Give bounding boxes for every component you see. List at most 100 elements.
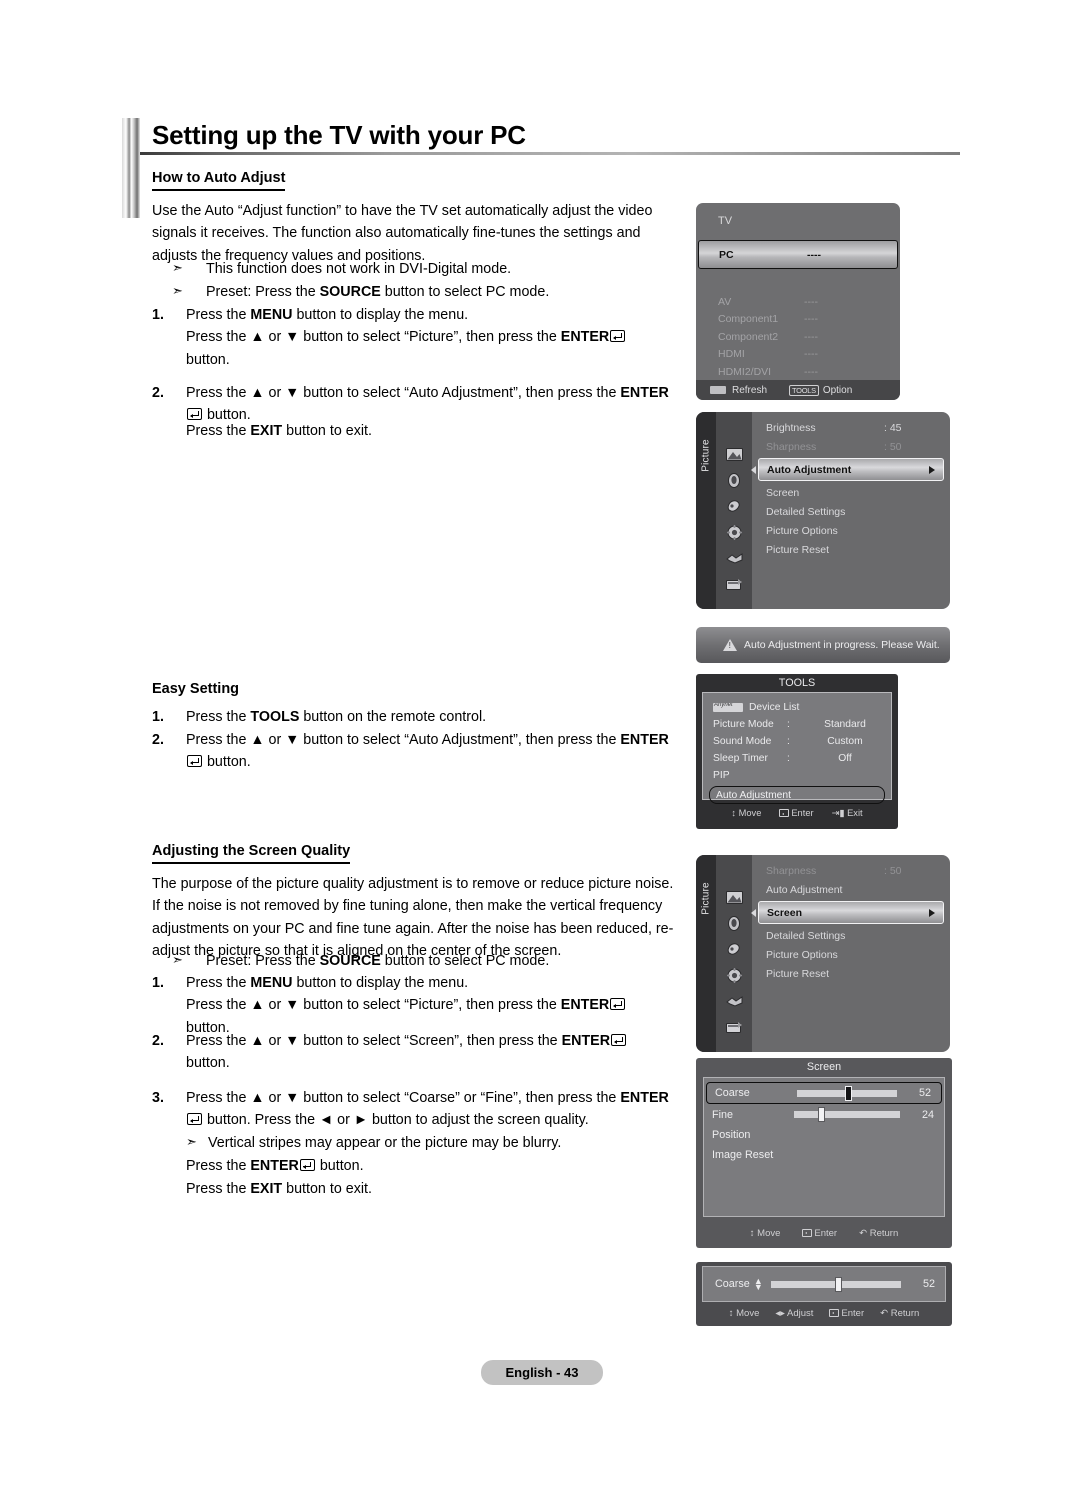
menu-items: Sharpness : 50 Auto Adjustment Screen De…	[751, 855, 950, 1052]
osd-screen-submenu[interactable]: Screen Coarse 52 Fine 24 Position Image …	[696, 1058, 952, 1248]
step-text: Press the ▲ or ▼ button to select “Auto …	[186, 732, 669, 771]
menu-rail: Picture	[696, 412, 716, 609]
step-text: Press the MENU button to display the men…	[186, 304, 691, 371]
source-item-hdmi[interactable]: HDMI ----	[696, 346, 900, 364]
menu-item-sharpness[interactable]: Sharpness : 50	[752, 861, 950, 880]
picture-icon[interactable]	[716, 884, 752, 910]
item-label: Position	[712, 1129, 751, 1141]
screen-quality-exit-note: Press the EXIT button to exit.	[186, 1178, 706, 1200]
menu-item-picture-reset[interactable]: Picture Reset	[752, 964, 950, 983]
section-heading-adjusting-screen-quality: Adjusting the Screen Quality	[152, 843, 351, 864]
progress-message: Auto Adjustment in progress. Please Wait…	[744, 639, 940, 651]
item-label: Fine	[712, 1108, 734, 1121]
source-item-tv[interactable]: TV	[696, 203, 900, 240]
input-plug-icon[interactable]	[716, 988, 752, 1014]
osd-picture-menu-screen[interactable]: Picture Sharpness : 50 Auto Adjustment S…	[696, 855, 950, 1052]
menu-item-picture-reset[interactable]: Picture Reset	[752, 540, 950, 559]
menu-item-detailed-settings[interactable]: Detailed Settings	[752, 502, 950, 521]
menu-item-image-reset[interactable]: Image Reset	[704, 1145, 944, 1165]
item-label: PIP	[713, 770, 730, 781]
section-heading-how-to-auto-adjust: How to Auto Adjust	[152, 170, 286, 191]
osd-source-list[interactable]: TV PC ---- AV ---- Component1 ---- Compo…	[696, 203, 900, 400]
item-value: Standard	[824, 719, 866, 730]
source-item-component1[interactable]: Component1 ----	[696, 311, 900, 329]
fine-slider-knob[interactable]	[817, 1107, 825, 1122]
source-item-hdmi2-dvi[interactable]: HDMI2/DVI ----	[696, 363, 900, 381]
coarse-adjust-slider-track[interactable]	[770, 1276, 901, 1292]
slider-row-fine[interactable]: Fine 24	[704, 1104, 944, 1125]
item-label: Picture Reset	[766, 967, 830, 980]
support-icon[interactable]	[716, 571, 752, 597]
slider-row-coarse[interactable]: Coarse 52	[706, 1082, 942, 1104]
menu-item-auto-adjustment[interactable]: Auto Adjustment	[752, 880, 950, 899]
menu-item-picture-options[interactable]: Picture Options	[752, 945, 950, 964]
screen-quality-step-3-bullet: ➣ Vertical stripes may appear or the pic…	[186, 1132, 706, 1154]
return-hint: ↶ Return	[859, 1227, 899, 1239]
item-label: Image Reset	[712, 1149, 774, 1161]
menu-item-auto-adjustment-highlighted[interactable]: Auto Adjustment	[751, 458, 944, 481]
coarse-adjust-slider-knob[interactable]	[834, 1276, 842, 1292]
chevron-right-icon	[929, 908, 935, 917]
screen-quality-step-3: 3. Press the ▲ or ▼ button to select “Co…	[152, 1087, 697, 1132]
coarse-adjust-row[interactable]: Coarse ▲ ▼ 52	[702, 1266, 946, 1302]
enter-icon	[829, 1308, 840, 1317]
screen-quality-bullet-1: ➣ Preset: Press the SOURCE button to sel…	[172, 950, 692, 972]
bullet-marker: ➣	[172, 953, 183, 968]
source-item-av[interactable]: AV ----	[696, 293, 900, 311]
menu-item-screen[interactable]: Screen	[752, 483, 950, 502]
setup-gear-icon[interactable]	[716, 962, 752, 988]
step-number: 1.	[152, 709, 164, 725]
key-enter: ENTER	[620, 1090, 669, 1106]
tools-item-picture-mode[interactable]: Picture Mode : Standard	[703, 716, 891, 733]
source-value: ----	[804, 330, 818, 343]
coarse-slider-track[interactable]	[797, 1085, 897, 1101]
enter-icon	[779, 809, 790, 817]
tools-item-auto-adjustment-selected[interactable]: Auto Adjustment	[709, 786, 885, 804]
channel-icon[interactable]	[716, 493, 752, 519]
key-exit: EXIT	[250, 423, 283, 439]
menu-rail-label: Picture	[700, 882, 712, 915]
auto-adjust-bullet-2: ➣ Preset: Press the SOURCE button to sel…	[172, 281, 692, 303]
step-number: 1.	[152, 975, 164, 991]
tools-item-sound-mode[interactable]: Sound Mode : Custom	[703, 733, 891, 750]
menu-item-screen-highlighted[interactable]: Screen	[751, 901, 944, 924]
menu-item-brightness[interactable]: Brightness : 45	[752, 418, 950, 437]
refresh-label[interactable]: Refresh	[732, 385, 767, 396]
sound-icon[interactable]	[716, 467, 752, 493]
title-rule	[140, 152, 960, 155]
source-item-pc-selected[interactable]: PC ----	[698, 240, 898, 269]
option-label[interactable]: Option	[823, 385, 852, 396]
item-colon: :	[787, 753, 790, 764]
return-hint: ↶ Return	[880, 1307, 920, 1319]
item-label: Auto Adjustment	[767, 463, 852, 476]
support-icon[interactable]	[716, 1014, 752, 1040]
source-item-component2[interactable]: Component2 ----	[696, 328, 900, 346]
menu-item-picture-options[interactable]: Picture Options	[752, 521, 950, 540]
osd-tools-panel[interactable]: TOOLS Device List Picture Mode : Standar…	[696, 674, 898, 829]
menu-item-position[interactable]: Position	[704, 1125, 944, 1145]
tools-item-device-list[interactable]: Device List	[703, 699, 891, 716]
item-value: Off	[838, 753, 852, 764]
item-label: Device List	[749, 702, 800, 713]
input-plug-icon[interactable]	[716, 545, 752, 571]
item-label: Brightness	[766, 421, 816, 434]
easy-setting-step-2: 2. Press the ▲ or ▼ button to select “Au…	[152, 729, 697, 774]
tools-item-sleep-timer[interactable]: Sleep Timer : Off	[703, 750, 891, 767]
coarse-slider-knob[interactable]	[845, 1085, 853, 1101]
enter-hint: Enter	[802, 1228, 837, 1239]
menu-item-detailed-settings[interactable]: Detailed Settings	[752, 926, 950, 945]
key-exit: EXIT	[250, 1181, 283, 1197]
fine-slider-track[interactable]	[794, 1107, 900, 1122]
osd-coarse-adjust-bar[interactable]: Coarse ▲ ▼ 52 ↕ Move ◂▸ Adjust Enter ↶ R…	[696, 1262, 952, 1326]
setup-gear-icon[interactable]	[716, 519, 752, 545]
picture-icon[interactable]	[716, 441, 752, 467]
osd-picture-menu-auto-adjustment[interactable]: Picture Brightness: 45 Sharpness: 50 A…	[696, 412, 950, 609]
item-label: Detailed Settings	[766, 505, 846, 518]
tools-item-pip[interactable]: PIP	[703, 767, 891, 784]
enter-icon	[611, 1034, 627, 1046]
sound-icon[interactable]	[716, 910, 752, 936]
enter-hint: Enter	[779, 808, 814, 818]
page-footer-badge: English - 43	[481, 1360, 603, 1385]
channel-icon[interactable]	[716, 936, 752, 962]
menu-item-sharpness[interactable]: Sharpness : 50	[752, 437, 950, 456]
